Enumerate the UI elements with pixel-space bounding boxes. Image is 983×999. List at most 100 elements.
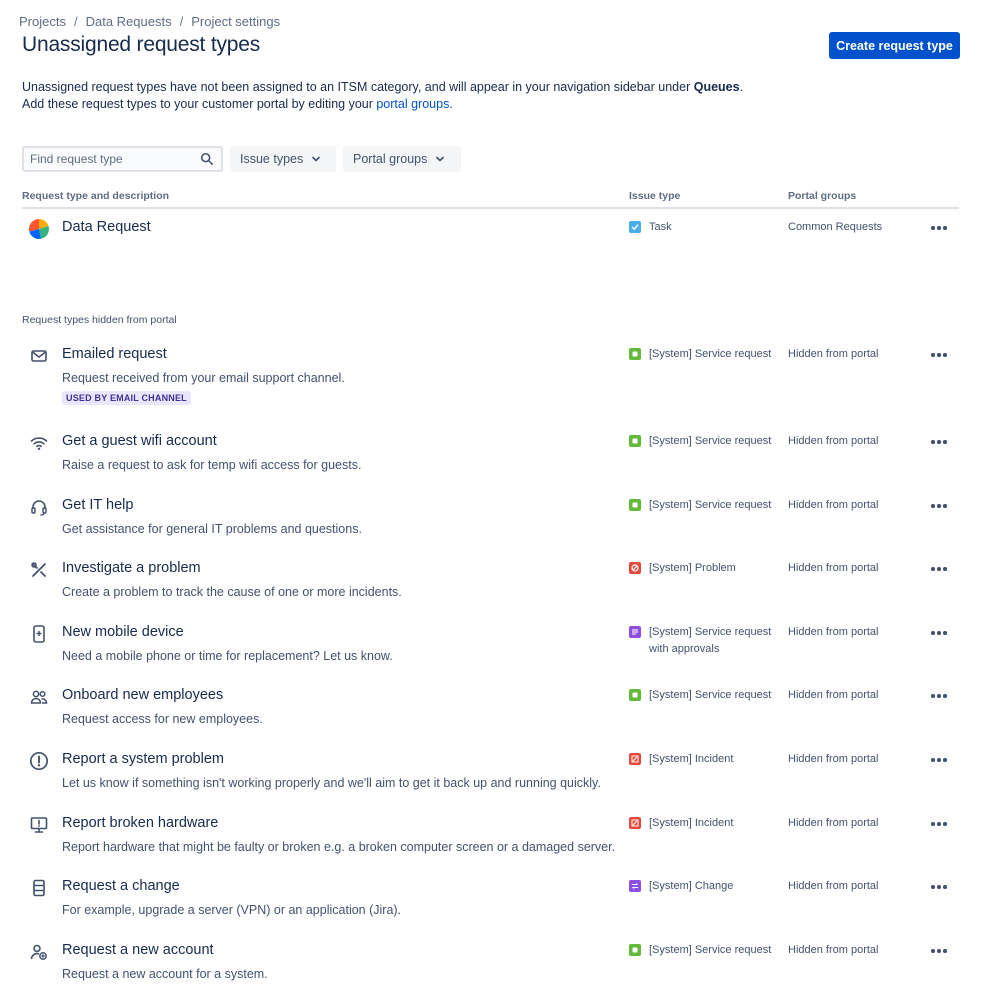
- request-type-title[interactable]: Investigate a problem: [62, 560, 201, 576]
- request-type-title[interactable]: Report a system problem: [62, 751, 224, 767]
- request-type-description: Get assistance for general IT problems a…: [62, 522, 362, 536]
- portal-groups-filter-label: Portal groups: [353, 152, 428, 166]
- portal-groups-filter[interactable]: Portal groups: [343, 146, 461, 172]
- issue-type-cell: [System] Service request: [629, 433, 779, 450]
- more-actions-button[interactable]: [926, 495, 952, 517]
- request-type-title[interactable]: Get a guest wifi account: [62, 433, 217, 449]
- request-type-description: Request access for new employees.: [62, 712, 263, 726]
- create-request-type-button[interactable]: Create request type: [829, 32, 960, 59]
- column-header-portal-groups: Portal groups: [788, 190, 857, 202]
- issue-type-label: [System] Service request: [649, 944, 772, 956]
- portal-group-cell: Hidden from portal: [788, 880, 879, 892]
- mobile-icon: [33, 625, 45, 643]
- portal-group-cell: Hidden from portal: [788, 817, 879, 829]
- task-icon: [629, 221, 641, 233]
- search-input[interactable]: [30, 152, 200, 166]
- problem-icon: [629, 562, 641, 574]
- issue-types-filter[interactable]: Issue types: [230, 146, 336, 172]
- breadcrumb-project-settings[interactable]: Project settings: [191, 14, 280, 29]
- portal-group-cell: Hidden from portal: [788, 944, 879, 956]
- portal-group-cell: Hidden from portal: [788, 689, 879, 701]
- column-header-issue-type: Issue type: [629, 190, 681, 202]
- portal-group-cell: Hidden from portal: [788, 499, 879, 511]
- request-type-description: Create a problem to track the cause of o…: [62, 585, 402, 599]
- issue-type-label: [System] Service request: [649, 348, 772, 360]
- email-channel-badge: USED BY EMAIL CHANNEL: [62, 391, 191, 405]
- service-request-icon: [629, 348, 641, 360]
- issue-type-label: [System] Service request: [649, 689, 772, 701]
- headset-icon: [31, 500, 47, 516]
- issue-type-cell: [System] Incident: [629, 751, 779, 768]
- portal-group-cell: Hidden from portal: [788, 626, 879, 638]
- queues-label: Queues: [693, 80, 740, 94]
- change-icon: [629, 880, 641, 892]
- request-type-title[interactable]: Get IT help: [62, 497, 133, 513]
- server-icon: [33, 879, 45, 897]
- request-type-title[interactable]: Onboard new employees: [62, 687, 223, 703]
- portal-group-cell: Hidden from portal: [788, 435, 879, 447]
- hidden-section-label: Request types hidden from portal: [22, 314, 177, 326]
- issue-type-cell: [System] Change: [629, 878, 779, 895]
- approvals-icon: [629, 626, 641, 638]
- mail-icon: [31, 350, 47, 362]
- alert-icon: [29, 751, 49, 771]
- search-icon[interactable]: [200, 152, 214, 166]
- monitor-icon: [30, 817, 48, 833]
- breadcrumb-data-requests[interactable]: Data Requests: [86, 14, 172, 29]
- chevron-down-icon: [312, 156, 321, 162]
- issue-type-label: [System] Service request: [649, 435, 772, 447]
- request-type-description: Request received from your email support…: [62, 371, 345, 385]
- request-type-title[interactable]: Data Request: [62, 219, 151, 235]
- more-actions-button[interactable]: [926, 940, 952, 962]
- issue-type-label: [System] Incident: [649, 817, 734, 829]
- intro-line1-text: Unassigned request types have not been a…: [22, 80, 694, 94]
- issue-type-label: Task: [649, 221, 672, 233]
- portal-group-cell: Hidden from portal: [788, 562, 879, 574]
- issue-type-cell: [System] Problem: [629, 560, 779, 577]
- more-actions-button[interactable]: [926, 217, 952, 239]
- service-request-icon: [629, 435, 641, 447]
- incident-icon: [629, 753, 641, 765]
- service-request-icon: [629, 689, 641, 701]
- intro-line1-end: .: [739, 80, 744, 94]
- search-field[interactable]: [22, 146, 223, 172]
- request-type-description: Let us know if something isn't working p…: [62, 776, 601, 790]
- issue-type-cell: [System] Service request: [629, 497, 779, 514]
- issue-type-label: [System] Problem: [649, 562, 736, 574]
- more-actions-button[interactable]: [926, 622, 952, 644]
- more-actions-button[interactable]: [926, 558, 952, 580]
- intro-line2-end: .: [449, 97, 453, 111]
- breadcrumb-separator: /: [179, 14, 184, 29]
- portal-groups-link[interactable]: portal groups: [376, 97, 449, 111]
- header-divider: [22, 207, 959, 209]
- intro-text: Unassigned request types have not been a…: [22, 79, 782, 113]
- issue-type-label: [System] Incident: [649, 753, 734, 765]
- people-icon: [30, 690, 48, 704]
- more-actions-button[interactable]: [926, 813, 952, 835]
- issue-type-cell: [System] Service request: [629, 346, 779, 363]
- issue-type-cell: [System] Incident: [629, 815, 779, 832]
- issue-type-cell: [System] Service request: [629, 687, 779, 704]
- request-type-title[interactable]: Request a change: [62, 878, 180, 894]
- breadcrumb-projects[interactable]: Projects: [19, 14, 66, 29]
- more-actions-button[interactable]: [926, 431, 952, 453]
- request-type-description: Need a mobile phone or time for replacem…: [62, 649, 393, 663]
- more-actions-button[interactable]: [926, 876, 952, 898]
- service-request-icon: [629, 944, 641, 956]
- more-actions-button[interactable]: [926, 685, 952, 707]
- issue-type-label: [System] Service request with approvals: [649, 626, 772, 655]
- request-type-title[interactable]: Report broken hardware: [62, 815, 218, 831]
- portal-group-cell: Common Requests: [788, 221, 883, 233]
- incident-icon: [629, 817, 641, 829]
- more-actions-button[interactable]: [926, 344, 952, 366]
- request-type-title[interactable]: New mobile device: [62, 624, 184, 640]
- issue-types-filter-label: Issue types: [240, 152, 304, 166]
- request-type-title[interactable]: Emailed request: [62, 346, 167, 362]
- issue-type-cell: [System] Service request: [629, 942, 779, 959]
- request-type-title[interactable]: Request a new account: [62, 942, 214, 958]
- portal-group-cell: Hidden from portal: [788, 348, 879, 360]
- tools-icon: [31, 562, 46, 577]
- more-actions-button[interactable]: [926, 749, 952, 771]
- wifi-icon: [30, 437, 48, 450]
- issue-type-label: [System] Service request: [649, 499, 772, 511]
